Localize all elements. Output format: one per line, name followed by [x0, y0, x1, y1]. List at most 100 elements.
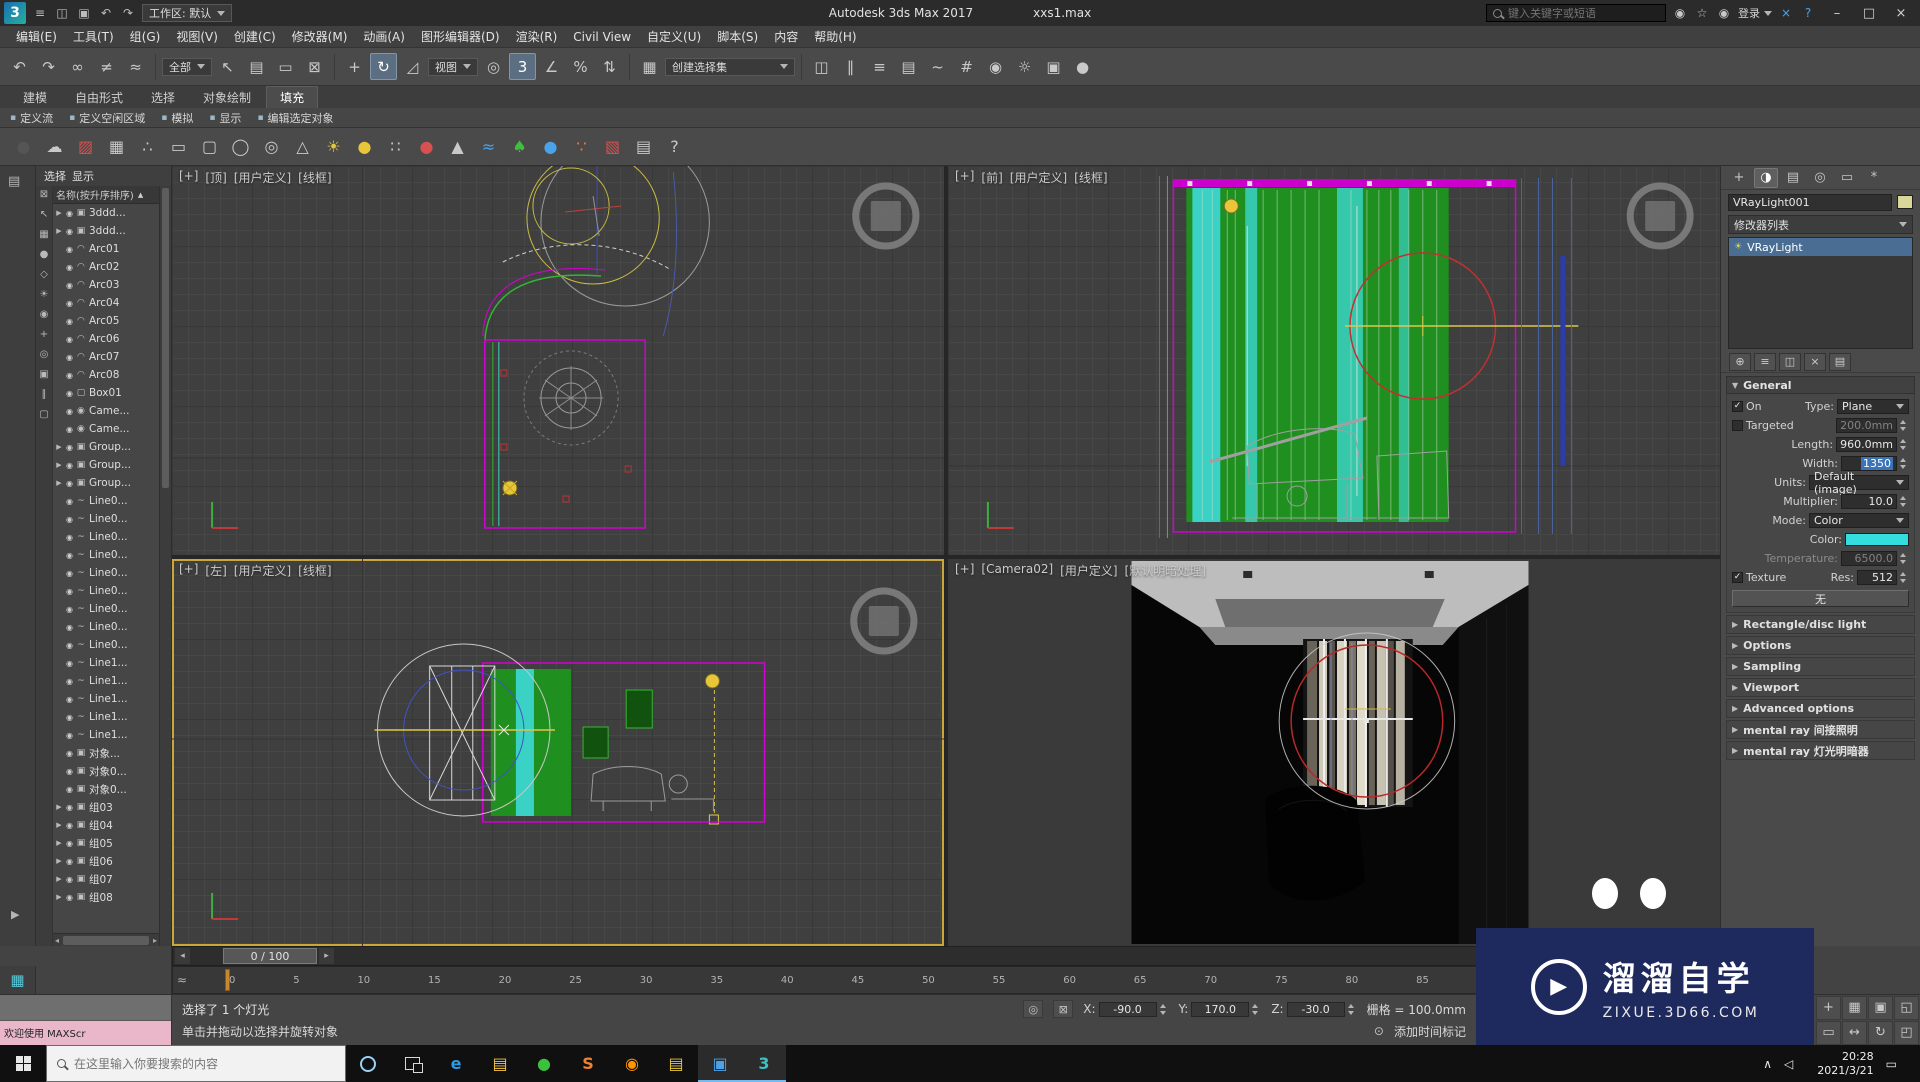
curve-editor-icon[interactable]: ~	[924, 53, 951, 80]
targeted-distance-field[interactable]: 200.0mm	[1836, 418, 1897, 433]
list-item[interactable]: ◉ ◠ Arc07	[53, 348, 159, 366]
visibility-eye-icon[interactable]: ◉	[66, 515, 73, 524]
viewport-shading-button[interactable]: [线框]	[298, 169, 331, 186]
show-end-result-icon[interactable]: ≡	[1754, 353, 1776, 371]
list-item[interactable]: ◉ ~ Line0...	[53, 510, 159, 528]
viewport-pov-button[interactable]: [用户定义]	[234, 169, 291, 186]
ribbon-tool[interactable]: 定义空闲区域	[69, 110, 145, 126]
next-frame-button[interactable]: ▸	[319, 948, 334, 964]
mini-curve-editor-icon[interactable]: ≈	[177, 973, 187, 987]
viewport-menu-button[interactable]: [+]	[179, 169, 198, 186]
cloud-icon[interactable]: ☁	[41, 133, 68, 160]
undo-quick-icon[interactable]: ↶	[96, 3, 116, 23]
undo-icon[interactable]: ↶	[6, 53, 33, 80]
task-view-button[interactable]	[390, 1045, 434, 1082]
viewcube[interactable]	[856, 186, 916, 246]
menu-item[interactable]: 动画(A)	[355, 28, 413, 45]
list-item[interactable]: ◉ ◠ Arc03	[53, 276, 159, 294]
orbit-icon[interactable]: ↻	[1868, 1021, 1893, 1045]
on-checkbox[interactable]: ✓	[1732, 401, 1743, 412]
rollout-header[interactable]: ▶Advanced options	[1726, 699, 1915, 718]
stacked-boxes-icon[interactable]: ▤	[630, 133, 657, 160]
list-item[interactable]: ▶ ◉ ▣ Group...	[53, 474, 159, 492]
spinner[interactable]	[1900, 437, 1909, 452]
sun-light-icon[interactable]: ☀	[320, 133, 347, 160]
spinner[interactable]	[1348, 1002, 1357, 1017]
edge-icon[interactable]: e	[434, 1045, 478, 1082]
curtain-wall-front[interactable]	[1186, 188, 1448, 522]
pyramid-icon[interactable]: ▲	[444, 133, 471, 160]
list-item[interactable]: ◉ ▣ 对象0...	[53, 780, 159, 798]
menu-item[interactable]: 视图(V)	[168, 28, 226, 45]
ribbon-tab[interactable]: 填充	[266, 86, 318, 108]
list-item[interactable]: ◉ ~ Line0...	[53, 636, 159, 654]
ribbon-tool[interactable]: 定义流	[10, 110, 53, 126]
3dsmax-icon[interactable]: 3	[742, 1045, 786, 1082]
list-item[interactable]: ◉ ~ Line0...	[53, 582, 159, 600]
list-item[interactable]: ▶ ◉ ▣ 组03	[53, 798, 159, 816]
rollout-header[interactable]: ▶Sampling	[1726, 657, 1915, 676]
res-field[interactable]: 512	[1857, 570, 1897, 585]
rollout-header[interactable]: ▶mental ray 灯光明暗器	[1726, 741, 1915, 760]
zoom-extents-all-icon[interactable]: ◱	[1894, 996, 1919, 1020]
list-item[interactable]: ▶ ◉ ▣ 组05	[53, 834, 159, 852]
expand-arrow-icon[interactable]: ▶	[55, 461, 63, 469]
unlink-selection-icon[interactable]: ≠	[93, 53, 120, 80]
browser-icon[interactable]: S	[566, 1045, 610, 1082]
list-item[interactable]: ◉ ◉ Came...	[53, 420, 159, 438]
workspace-dropdown[interactable]: 工作区: 默认	[142, 4, 232, 22]
tree-object-icon[interactable]: ♠	[506, 133, 533, 160]
align-icon[interactable]: ∥	[837, 53, 864, 80]
list-item[interactable]: ◉ ~ Line1...	[53, 690, 159, 708]
spray-icon[interactable]: ∴	[134, 133, 161, 160]
visibility-eye-icon[interactable]: ◉	[66, 317, 73, 326]
list-item[interactable]: ◉ ◠ Arc02	[53, 258, 159, 276]
visibility-eye-icon[interactable]: ◉	[66, 875, 73, 884]
visibility-eye-icon[interactable]: ◉	[66, 641, 73, 650]
zoom-all-icon[interactable]: ▦	[1842, 996, 1867, 1020]
list-item[interactable]: ◉ ~ Line0...	[53, 492, 159, 510]
list-item[interactable]: ▶ ◉ ▣ Group...	[53, 456, 159, 474]
spinner[interactable]	[1900, 456, 1909, 471]
pin-stack-icon[interactable]: ⊕	[1729, 353, 1751, 371]
expand-arrow-icon[interactable]: ▶	[55, 857, 63, 865]
viewport-view-button[interactable]: [左]	[205, 562, 226, 579]
isolate-selection-toggle[interactable]: ◎	[1023, 1000, 1043, 1018]
redo-icon[interactable]: ↷	[35, 53, 62, 80]
dashed-box-icon[interactable]: ▧	[599, 133, 626, 160]
cone-shape-icon[interactable]: △	[289, 133, 316, 160]
mode-dropdown[interactable]: Color	[1809, 513, 1909, 528]
explorer-vscrollbar[interactable]	[159, 186, 171, 946]
filter-bones-icon[interactable]: ∥	[42, 390, 47, 400]
filter-lights-icon[interactable]: ☀	[40, 290, 49, 300]
redo-quick-icon[interactable]: ↷	[118, 3, 138, 23]
visibility-eye-icon[interactable]: ◉	[66, 281, 73, 290]
select-object-icon[interactable]: ↖	[214, 53, 241, 80]
create-tab-icon[interactable]: +	[1727, 168, 1751, 188]
signin-avatar-icon[interactable]: ◉	[1714, 3, 1734, 23]
select-and-scale-icon[interactable]: ◿	[399, 53, 426, 80]
spinner-snap-icon[interactable]: ⇅	[596, 53, 623, 80]
particles-icon[interactable]: ∷	[382, 133, 409, 160]
explorer-sort-header[interactable]: 名称(按升序排序)▲	[53, 186, 159, 204]
viewport-canvas-front[interactable]	[948, 166, 1720, 555]
viewport-canvas-top[interactable]	[172, 166, 944, 555]
save-file-icon[interactable]: ▣	[74, 3, 94, 23]
filter-helpers-icon[interactable]: +	[40, 330, 48, 340]
spinner[interactable]	[1900, 494, 1909, 509]
volume-icon[interactable]: ◁	[1784, 1057, 1793, 1071]
menu-item[interactable]: 内容	[766, 28, 806, 45]
donut-shape-icon[interactable]: ◎	[258, 133, 285, 160]
list-item[interactable]: ◉ ▢ Box01	[53, 384, 159, 402]
visibility-eye-icon[interactable]: ◉	[66, 425, 73, 434]
tray-expand-icon[interactable]: ∧	[1763, 1057, 1772, 1071]
taskbar-search-input[interactable]	[74, 1057, 335, 1071]
reference-coordinate-dropdown[interactable]: 视图	[428, 58, 478, 76]
viewcube[interactable]	[854, 591, 914, 651]
filter-containers-icon[interactable]: ▢	[39, 410, 48, 420]
viewport-front[interactable]: [+] [前] [用户定义] [线框]	[948, 166, 1720, 555]
ribbon-toggle-icon[interactable]: ▤	[895, 53, 922, 80]
modifier-list-dropdown[interactable]: 修改器列表	[1728, 215, 1913, 234]
list-item[interactable]: ◉ ◠ Arc06	[53, 330, 159, 348]
viewport-shading-button[interactable]: [线框]	[1074, 169, 1107, 186]
